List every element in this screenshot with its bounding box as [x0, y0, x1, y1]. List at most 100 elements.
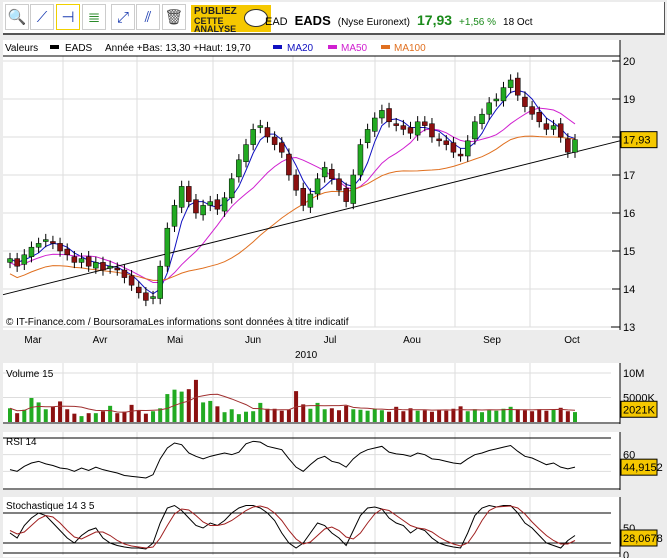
candle	[529, 106, 535, 115]
candle	[472, 121, 478, 140]
volume-bar	[372, 408, 377, 422]
candle	[21, 254, 28, 265]
volume-bar	[329, 408, 334, 422]
legend-swatch	[50, 45, 59, 49]
candle	[107, 265, 113, 269]
candle	[186, 186, 192, 202]
volume-bar	[487, 410, 492, 422]
volume-bar	[229, 409, 234, 422]
volume-bar	[222, 412, 227, 422]
candle	[43, 239, 49, 242]
volume-bar	[79, 416, 84, 422]
candle	[100, 262, 106, 271]
candle	[386, 108, 392, 123]
rsi-title: RSI 14	[6, 437, 37, 448]
candle	[436, 138, 442, 142]
candle	[264, 127, 271, 138]
candle	[171, 205, 178, 227]
volume-bar	[458, 406, 463, 422]
candle	[71, 256, 78, 263]
volume-bar	[15, 413, 20, 422]
candle	[121, 269, 128, 278]
volume-bar	[358, 409, 363, 422]
candle	[422, 121, 428, 126]
volume-bar	[387, 411, 392, 422]
y-tick-label: 17	[623, 170, 635, 182]
candle	[357, 144, 364, 176]
candle	[135, 286, 142, 294]
candle	[329, 169, 335, 180]
volume-bar	[551, 409, 556, 422]
candle	[200, 205, 206, 216]
candle	[221, 197, 228, 212]
volume-bar	[8, 408, 12, 422]
volume-bar	[465, 411, 470, 422]
candle	[414, 121, 421, 136]
candle	[279, 142, 285, 153]
candle	[178, 186, 185, 208]
volume-bar	[279, 410, 284, 422]
candle	[522, 96, 528, 107]
volume-bar	[301, 404, 306, 422]
stochastic-panel	[3, 497, 620, 557]
month-label: Aou	[403, 335, 421, 346]
candle	[507, 79, 514, 88]
month-label: Oct	[564, 335, 580, 346]
volume-bar	[251, 411, 256, 422]
volume-bar	[408, 408, 413, 422]
volume-bar	[336, 410, 341, 422]
stochastic-title: Stochastique 14 3 5	[6, 501, 95, 512]
stochastic-badge: 28,0678	[623, 533, 663, 545]
candle	[157, 265, 163, 299]
volume-bar	[58, 401, 63, 422]
candle	[543, 123, 550, 130]
candle	[364, 129, 371, 143]
candle	[78, 258, 85, 263]
candle	[515, 77, 521, 96]
volume-bar	[208, 400, 213, 422]
y-tick-label: 16	[623, 208, 635, 220]
volume-bar	[43, 409, 48, 422]
volume-bar	[50, 406, 55, 422]
candle	[464, 140, 471, 157]
copyright-note: © IT-Finance.com / BoursoramaLes informa…	[6, 317, 349, 328]
month-label: Avr	[93, 335, 108, 346]
candle	[7, 258, 13, 263]
candle	[293, 174, 299, 191]
volume-badge: 2021K	[623, 404, 655, 416]
y-tick-label: 19	[623, 94, 635, 106]
volume-bar	[129, 404, 134, 422]
volume-bar	[72, 413, 77, 422]
price-panel	[3, 40, 620, 330]
candle	[457, 153, 464, 157]
candle	[228, 178, 235, 199]
volume-bar	[215, 406, 220, 422]
candle	[50, 241, 56, 244]
volume-bar	[444, 410, 449, 422]
volume-bar	[122, 411, 127, 422]
candle	[143, 292, 149, 301]
volume-bar	[258, 402, 263, 422]
candle	[164, 227, 171, 267]
volume-bar	[93, 413, 98, 422]
volume-bar	[136, 410, 141, 422]
volume-title: Volume 15	[6, 369, 54, 380]
volume-bar	[143, 413, 148, 422]
volume-bar	[36, 402, 41, 422]
candle	[565, 138, 571, 153]
candle	[57, 243, 63, 252]
candle	[479, 113, 485, 124]
volume-bar	[193, 379, 198, 422]
volume-bar	[379, 410, 384, 422]
y-tick-label: 15	[623, 246, 635, 258]
volume-bar	[501, 408, 506, 422]
month-label: Jul	[324, 335, 337, 346]
volume-bar	[522, 410, 527, 422]
volume-bar	[415, 410, 420, 422]
candle	[336, 178, 342, 191]
volume-bar	[344, 405, 349, 422]
volume-bar	[265, 408, 270, 422]
legend-swatch	[273, 45, 282, 49]
candle	[193, 199, 199, 214]
candle	[321, 167, 328, 178]
